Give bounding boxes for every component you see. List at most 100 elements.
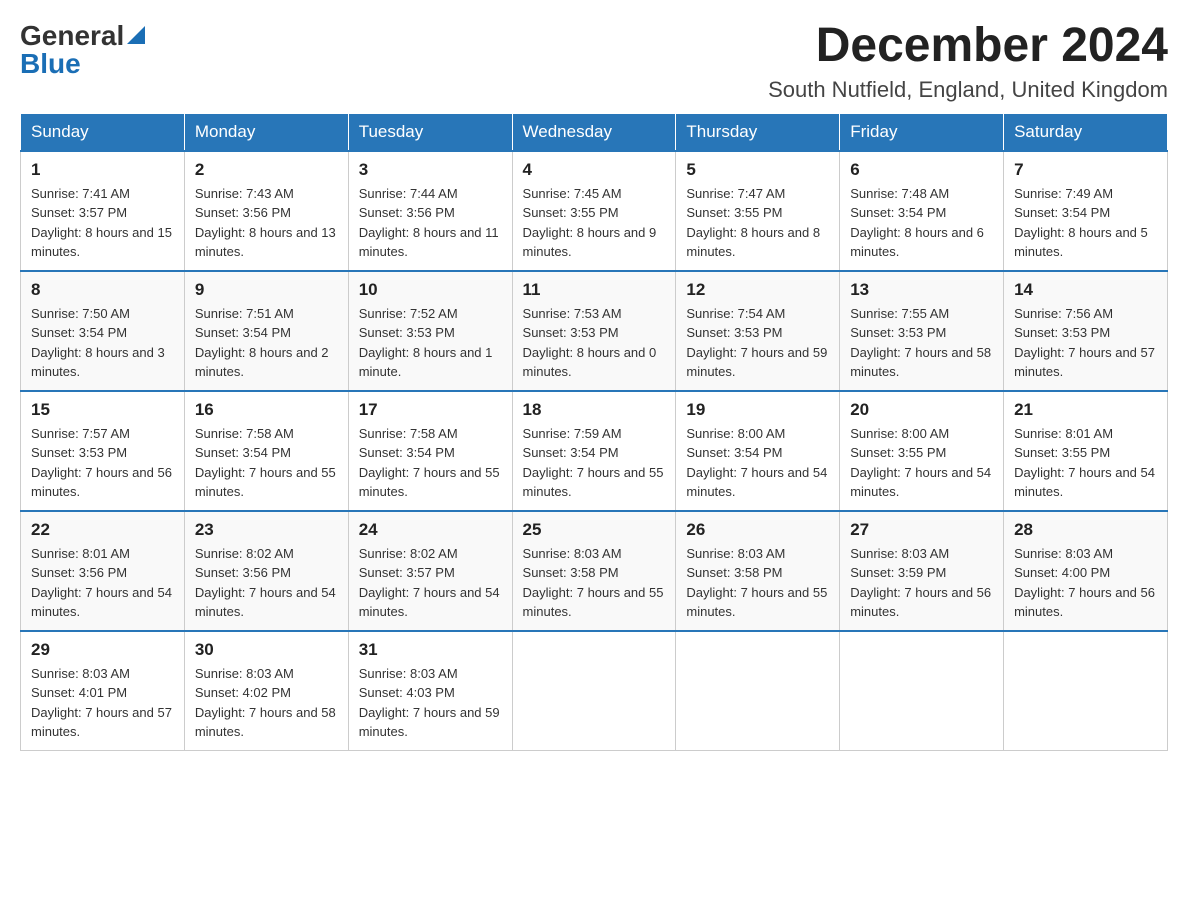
calendar-cell: 9 Sunrise: 7:51 AM Sunset: 3:54 PM Dayli… [184,271,348,391]
day-info: Sunrise: 8:03 AM Sunset: 3:58 PM Dayligh… [523,546,664,620]
day-number: 23 [195,520,338,540]
calendar-cell: 22 Sunrise: 8:01 AM Sunset: 3:56 PM Dayl… [21,511,185,631]
calendar-cell: 5 Sunrise: 7:47 AM Sunset: 3:55 PM Dayli… [676,151,840,271]
calendar-header-saturday: Saturday [1004,113,1168,151]
calendar-cell: 19 Sunrise: 8:00 AM Sunset: 3:54 PM Dayl… [676,391,840,511]
calendar-week-row: 15 Sunrise: 7:57 AM Sunset: 3:53 PM Dayl… [21,391,1168,511]
day-number: 24 [359,520,502,540]
calendar-cell: 4 Sunrise: 7:45 AM Sunset: 3:55 PM Dayli… [512,151,676,271]
calendar-cell [512,631,676,751]
calendar-cell: 16 Sunrise: 7:58 AM Sunset: 3:54 PM Dayl… [184,391,348,511]
day-number: 20 [850,400,993,420]
calendar-cell: 31 Sunrise: 8:03 AM Sunset: 4:03 PM Dayl… [348,631,512,751]
calendar-cell: 7 Sunrise: 7:49 AM Sunset: 3:54 PM Dayli… [1004,151,1168,271]
calendar-cell: 17 Sunrise: 7:58 AM Sunset: 3:54 PM Dayl… [348,391,512,511]
day-info: Sunrise: 7:43 AM Sunset: 3:56 PM Dayligh… [195,186,336,260]
calendar-cell: 6 Sunrise: 7:48 AM Sunset: 3:54 PM Dayli… [840,151,1004,271]
day-number: 5 [686,160,829,180]
logo: General Blue [20,20,145,80]
day-number: 4 [523,160,666,180]
calendar-cell: 20 Sunrise: 8:00 AM Sunset: 3:55 PM Dayl… [840,391,1004,511]
logo-triangle-icon [127,26,145,49]
calendar-header-row: SundayMondayTuesdayWednesdayThursdayFrid… [21,113,1168,151]
day-info: Sunrise: 8:02 AM Sunset: 3:57 PM Dayligh… [359,546,500,620]
day-info: Sunrise: 7:54 AM Sunset: 3:53 PM Dayligh… [686,306,827,380]
location-title: South Nutfield, England, United Kingdom [768,77,1168,103]
day-number: 17 [359,400,502,420]
calendar-header-friday: Friday [840,113,1004,151]
calendar-week-row: 22 Sunrise: 8:01 AM Sunset: 3:56 PM Dayl… [21,511,1168,631]
day-number: 15 [31,400,174,420]
day-number: 8 [31,280,174,300]
calendar-cell [676,631,840,751]
calendar-cell: 28 Sunrise: 8:03 AM Sunset: 4:00 PM Dayl… [1004,511,1168,631]
day-number: 26 [686,520,829,540]
calendar-cell: 24 Sunrise: 8:02 AM Sunset: 3:57 PM Dayl… [348,511,512,631]
day-number: 6 [850,160,993,180]
calendar-cell: 29 Sunrise: 8:03 AM Sunset: 4:01 PM Dayl… [21,631,185,751]
calendar-cell: 21 Sunrise: 8:01 AM Sunset: 3:55 PM Dayl… [1004,391,1168,511]
day-info: Sunrise: 8:00 AM Sunset: 3:55 PM Dayligh… [850,426,991,500]
calendar-cell: 3 Sunrise: 7:44 AM Sunset: 3:56 PM Dayli… [348,151,512,271]
calendar-cell: 15 Sunrise: 7:57 AM Sunset: 3:53 PM Dayl… [21,391,185,511]
page-header: General Blue December 2024 South Nutfiel… [20,20,1168,103]
calendar-header-thursday: Thursday [676,113,840,151]
logo-blue-text: Blue [20,48,81,80]
day-number: 28 [1014,520,1157,540]
day-info: Sunrise: 7:53 AM Sunset: 3:53 PM Dayligh… [523,306,657,380]
day-number: 3 [359,160,502,180]
calendar-cell: 23 Sunrise: 8:02 AM Sunset: 3:56 PM Dayl… [184,511,348,631]
day-info: Sunrise: 7:55 AM Sunset: 3:53 PM Dayligh… [850,306,991,380]
calendar-cell: 12 Sunrise: 7:54 AM Sunset: 3:53 PM Dayl… [676,271,840,391]
calendar-cell: 26 Sunrise: 8:03 AM Sunset: 3:58 PM Dayl… [676,511,840,631]
day-info: Sunrise: 8:00 AM Sunset: 3:54 PM Dayligh… [686,426,827,500]
day-number: 29 [31,640,174,660]
day-info: Sunrise: 7:50 AM Sunset: 3:54 PM Dayligh… [31,306,165,380]
day-info: Sunrise: 7:47 AM Sunset: 3:55 PM Dayligh… [686,186,820,260]
day-number: 9 [195,280,338,300]
day-number: 27 [850,520,993,540]
calendar-table: SundayMondayTuesdayWednesdayThursdayFrid… [20,113,1168,751]
day-number: 13 [850,280,993,300]
calendar-week-row: 1 Sunrise: 7:41 AM Sunset: 3:57 PM Dayli… [21,151,1168,271]
calendar-header-tuesday: Tuesday [348,113,512,151]
day-info: Sunrise: 7:45 AM Sunset: 3:55 PM Dayligh… [523,186,657,260]
day-info: Sunrise: 8:02 AM Sunset: 3:56 PM Dayligh… [195,546,336,620]
day-number: 19 [686,400,829,420]
day-info: Sunrise: 7:57 AM Sunset: 3:53 PM Dayligh… [31,426,172,500]
day-number: 7 [1014,160,1157,180]
calendar-cell: 30 Sunrise: 8:03 AM Sunset: 4:02 PM Dayl… [184,631,348,751]
day-number: 10 [359,280,502,300]
day-number: 18 [523,400,666,420]
title-section: December 2024 South Nutfield, England, U… [768,20,1168,103]
calendar-cell: 27 Sunrise: 8:03 AM Sunset: 3:59 PM Dayl… [840,511,1004,631]
day-number: 11 [523,280,666,300]
day-info: Sunrise: 7:58 AM Sunset: 3:54 PM Dayligh… [195,426,336,500]
calendar-cell: 13 Sunrise: 7:55 AM Sunset: 3:53 PM Dayl… [840,271,1004,391]
day-info: Sunrise: 7:48 AM Sunset: 3:54 PM Dayligh… [850,186,984,260]
day-info: Sunrise: 8:01 AM Sunset: 3:55 PM Dayligh… [1014,426,1155,500]
calendar-week-row: 8 Sunrise: 7:50 AM Sunset: 3:54 PM Dayli… [21,271,1168,391]
day-info: Sunrise: 7:58 AM Sunset: 3:54 PM Dayligh… [359,426,500,500]
day-info: Sunrise: 7:56 AM Sunset: 3:53 PM Dayligh… [1014,306,1155,380]
calendar-week-row: 29 Sunrise: 8:03 AM Sunset: 4:01 PM Dayl… [21,631,1168,751]
calendar-header-sunday: Sunday [21,113,185,151]
day-number: 21 [1014,400,1157,420]
day-info: Sunrise: 7:44 AM Sunset: 3:56 PM Dayligh… [359,186,499,260]
calendar-header-wednesday: Wednesday [512,113,676,151]
day-info: Sunrise: 7:52 AM Sunset: 3:53 PM Dayligh… [359,306,493,380]
day-info: Sunrise: 8:01 AM Sunset: 3:56 PM Dayligh… [31,546,172,620]
day-number: 25 [523,520,666,540]
month-title: December 2024 [768,20,1168,73]
day-info: Sunrise: 8:03 AM Sunset: 4:01 PM Dayligh… [31,666,172,740]
day-number: 31 [359,640,502,660]
calendar-cell: 14 Sunrise: 7:56 AM Sunset: 3:53 PM Dayl… [1004,271,1168,391]
calendar-cell [1004,631,1168,751]
day-info: Sunrise: 8:03 AM Sunset: 4:02 PM Dayligh… [195,666,336,740]
day-number: 12 [686,280,829,300]
day-info: Sunrise: 7:49 AM Sunset: 3:54 PM Dayligh… [1014,186,1148,260]
calendar-cell: 8 Sunrise: 7:50 AM Sunset: 3:54 PM Dayli… [21,271,185,391]
day-info: Sunrise: 8:03 AM Sunset: 4:03 PM Dayligh… [359,666,500,740]
day-info: Sunrise: 7:59 AM Sunset: 3:54 PM Dayligh… [523,426,664,500]
day-info: Sunrise: 7:41 AM Sunset: 3:57 PM Dayligh… [31,186,172,260]
